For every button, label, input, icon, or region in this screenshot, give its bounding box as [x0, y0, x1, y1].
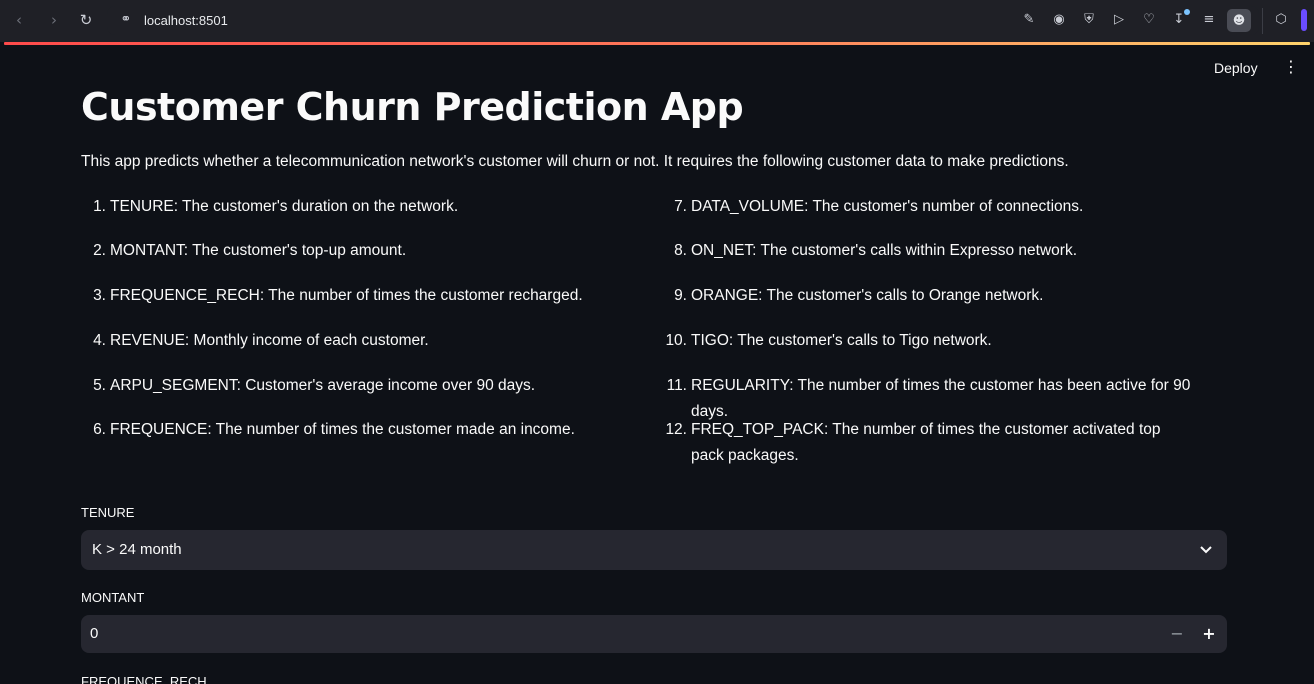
deploy-button[interactable]: Deploy: [1214, 58, 1258, 78]
list-item: 8. ON_NET: The customer's calls within E…: [674, 242, 1078, 259]
list-item: 2. MONTANT: The customer's top-up amount…: [93, 242, 407, 259]
list-item: 6. FREQUENCE: The number of times the cu…: [93, 421, 575, 438]
list-item: 3. FREQUENCE_RECH: The number of times t…: [93, 287, 583, 304]
intro-text: This app predicts whether a telecommunic…: [81, 153, 1069, 170]
montant-label: MONTANT: [81, 590, 145, 605]
more-vertical-icon[interactable]: ⋮: [1281, 57, 1301, 77]
camera-icon[interactable]: ◉: [1050, 11, 1068, 29]
site-info-icon[interactable]: ⚭: [118, 12, 134, 28]
list-item: 7. DATA_VOLUME: The customer's number of…: [674, 198, 1084, 215]
chevron-down-icon[interactable]: [1197, 540, 1215, 560]
heart-icon[interactable]: ♡: [1140, 11, 1158, 29]
send-icon[interactable]: ▷: [1110, 11, 1128, 29]
download-badge: [1184, 9, 1190, 15]
tenure-label: TENURE: [81, 505, 135, 520]
list-item: 4. REVENUE: Monthly income of each custo…: [93, 332, 429, 349]
app-status-bar: [4, 42, 1310, 45]
list-item: 9. ORANGE: The customer's calls to Orang…: [674, 287, 1044, 304]
back-icon[interactable]: ‹: [9, 10, 29, 30]
extension-icon[interactable]: ⬡: [1272, 11, 1290, 29]
menu-icon[interactable]: ≡: [1200, 11, 1218, 29]
list-item: 5. ARPU_SEGMENT: Customer's average inco…: [93, 377, 536, 394]
montant-value[interactable]: 0: [90, 624, 98, 644]
edit-icon[interactable]: ✎: [1020, 11, 1038, 29]
list-item: 1. TENURE: The customer's duration on th…: [93, 198, 459, 215]
forward-icon[interactable]: ›: [44, 10, 64, 30]
toolbar-divider: [1262, 8, 1263, 34]
shield-icon[interactable]: ⛨: [1080, 11, 1098, 29]
list-item: 12. FREQ_TOP_PACK: The number of times t…: [665, 421, 1161, 464]
montant-number-input[interactable]: 0 − +: [81, 615, 1227, 653]
profile-icon[interactable]: ☻: [1227, 9, 1251, 32]
tenure-selected-value: K > 24 month: [92, 541, 182, 558]
decrement-button[interactable]: −: [1167, 622, 1187, 646]
increment-button[interactable]: +: [1199, 622, 1219, 646]
sidebar-tab-handle[interactable]: [1301, 9, 1307, 31]
page-title: Customer Churn Prediction App: [81, 85, 744, 129]
url-text[interactable]: localhost:8501: [144, 12, 228, 29]
tenure-select[interactable]: K > 24 month: [81, 530, 1227, 570]
reload-icon[interactable]: ↻: [76, 10, 96, 30]
browser-toolbar: ‹ › ↻ ⚭ localhost:8501 ✎ ◉ ⛨ ▷ ♡ ↧ ≡ ☻ ⬡: [0, 0, 1314, 42]
list-item: 10. TIGO: The customer's calls to Tigo n…: [665, 332, 992, 349]
frequence-rech-label: FREQUENCE_RECH: [81, 674, 207, 684]
